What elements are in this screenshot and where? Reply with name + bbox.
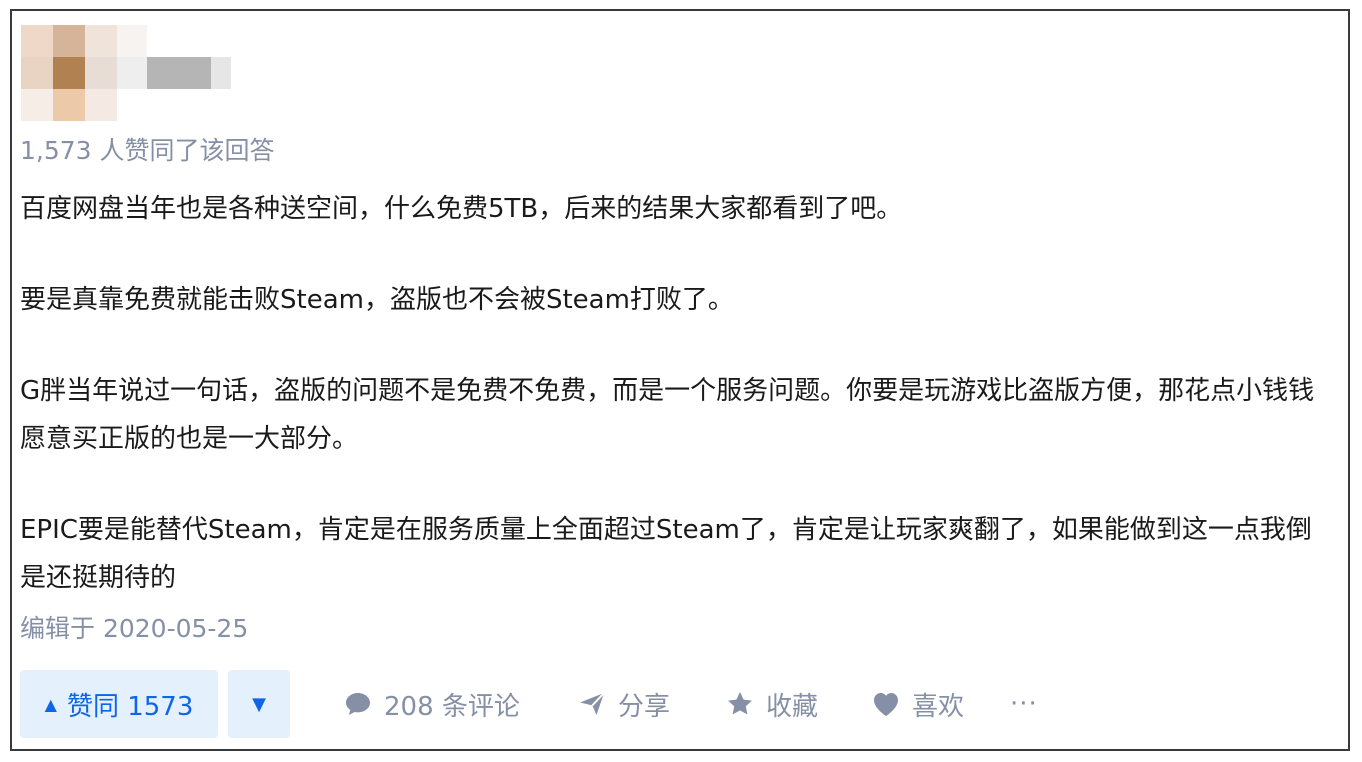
comment-icon bbox=[346, 693, 370, 715]
answer-paragraph: G胖当年说过一句话，盗版的问题不是免费不免费，而是一个服务问题。你要是玩游戏比盗… bbox=[20, 376, 1315, 454]
like-button[interactable]: 喜欢 bbox=[872, 670, 964, 738]
vote-up-label: 赞同 1573 bbox=[66, 691, 194, 722]
more-options-button[interactable]: ··· bbox=[1010, 670, 1038, 738]
collect-label: 收藏 bbox=[766, 691, 819, 722]
share-icon bbox=[580, 692, 605, 715]
edited-timestamp: 编辑于 2020-05-25 bbox=[20, 614, 249, 643]
answer-paragraph: 百度网盘当年也是各种送空间，什么免费5TB，后来的结果大家都看到了吧。 bbox=[20, 194, 903, 224]
comments-label: 208 条评论 bbox=[384, 691, 520, 722]
vote-down-button[interactable]: ▼ bbox=[228, 670, 290, 738]
triangle-up-icon: ▲ bbox=[44, 694, 57, 714]
upvote-count-text: 1,573 人赞同了该回答 bbox=[20, 136, 275, 165]
like-label: 喜欢 bbox=[912, 691, 965, 722]
answer-content: 百度网盘当年也是各种送空间，什么免费5TB，后来的结果大家都看到了吧。 要是真靠… bbox=[20, 185, 1330, 602]
vote-up-button[interactable]: ▲ 赞同 1573 bbox=[20, 670, 218, 738]
heart-icon bbox=[874, 693, 898, 716]
more-icon: ··· bbox=[1010, 689, 1038, 719]
share-button[interactable]: 分享 bbox=[578, 670, 670, 738]
triangle-down-icon: ▼ bbox=[252, 693, 266, 715]
answer-paragraph: 要是真靠免费就能击败Steam，盗版也不会被Steam打败了。 bbox=[20, 285, 734, 315]
star-icon bbox=[728, 692, 752, 715]
blurred-author-avatar[interactable] bbox=[21, 25, 241, 121]
action-bar: ▲ 赞同 1573 ▼ 208 条评论 分享 收藏 喜欢 ··· bbox=[20, 670, 1320, 738]
answer-paragraph: EPIC要是能替代Steam，肯定是在服务质量上全面超过Steam了，肯定是让玩… bbox=[20, 515, 1312, 593]
answer-card: 1,573 人赞同了该回答 百度网盘当年也是各种送空间，什么免费5TB，后来的结… bbox=[10, 9, 1350, 751]
collect-button[interactable]: 收藏 bbox=[726, 670, 818, 738]
comments-button[interactable]: 208 条评论 bbox=[344, 670, 520, 738]
share-label: 分享 bbox=[618, 691, 671, 722]
